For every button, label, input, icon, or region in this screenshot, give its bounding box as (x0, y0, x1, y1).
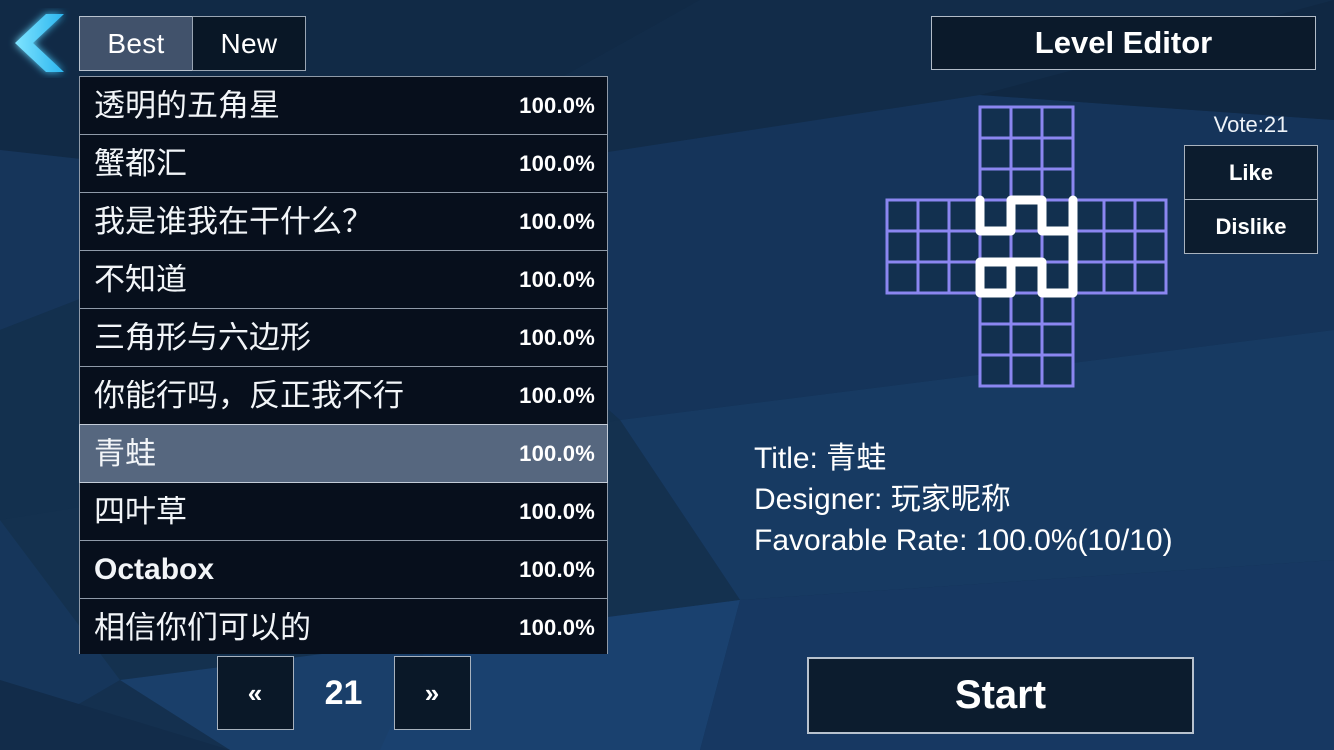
level-list-item[interactable]: 四叶草 100.0% (79, 482, 608, 541)
level-list-item[interactable]: 我是谁我在干什么？ 100.0% (79, 192, 608, 251)
level-name: 不知道 (94, 264, 187, 295)
back-button[interactable] (2, 8, 74, 78)
tab-best[interactable]: Best (79, 16, 193, 71)
level-editor-button[interactable]: Level Editor (931, 16, 1316, 70)
tab-new[interactable]: New (192, 16, 306, 71)
level-name: 三角形与六边形 (94, 322, 311, 353)
level-favorable-rate: 100.0% (519, 382, 595, 408)
grid-cells (885, 105, 1168, 388)
level-list-item[interactable]: 你能行吗，反正我不行 100.0% (79, 366, 608, 425)
level-favorable-rate: 100.0% (519, 208, 595, 234)
level-favorable-rate: 100.0% (519, 440, 595, 466)
level-list-item[interactable]: Octabox 100.0% (79, 540, 608, 599)
level-list-item[interactable]: 相信你们可以的 100.0% (79, 598, 608, 654)
level-name: 透明的五角星 (94, 90, 280, 121)
level-select-screen: Best New 透明的五角星 100.0% 蟹都汇 100.0% 我是谁我在干什么？ 1… (0, 0, 1334, 750)
detail-title: Title: 青蛙 (754, 442, 887, 475)
prev-page-button[interactable]: « (216, 656, 294, 730)
chevron-left-icon (15, 14, 64, 72)
vote-panel: Vote:21 Like Dislike (1184, 112, 1318, 254)
level-list-item[interactable]: 蟹都汇 100.0% (79, 134, 608, 193)
level-name: 四叶草 (94, 496, 187, 527)
detail-designer: Designer: 玩家昵称 (754, 483, 1011, 516)
level-name: Octabox (94, 554, 215, 585)
vote-count-label: Vote:21 (1213, 112, 1289, 137)
level-favorable-rate: 100.0% (519, 556, 595, 582)
level-list-item[interactable]: 透明的五角星 100.0% (79, 76, 608, 135)
next-page-button[interactable]: » (393, 656, 471, 730)
level-list-item[interactable]: 不知道 100.0% (79, 250, 608, 309)
level-name: 相信你们可以的 (94, 612, 311, 643)
puzzle-preview (885, 105, 1175, 390)
level-name: 你能行吗，反正我不行 (94, 380, 404, 411)
level-list[interactable]: 透明的五角星 100.0% 蟹都汇 100.0% 我是谁我在干什么？ 100.0% 不知道 1… (79, 76, 608, 654)
list-mode-tabs: Best New (79, 16, 306, 71)
puzzle-grid-graphic (885, 105, 1168, 388)
level-favorable-rate: 100.0% (519, 324, 595, 350)
start-button[interactable]: Start (807, 657, 1194, 734)
level-details: Title: 青蛙 Designer: 玩家昵称 Favorable Rate:… (754, 438, 1173, 561)
like-button[interactable]: Like (1184, 145, 1318, 200)
level-list-item[interactable]: 青蛙 100.0% (79, 424, 608, 483)
dislike-button[interactable]: Dislike (1184, 199, 1318, 254)
level-name: 我是谁我在干什么？ (94, 206, 373, 237)
level-list-item[interactable]: 三角形与六边形 100.0% (79, 308, 608, 367)
level-favorable-rate: 100.0% (519, 150, 595, 176)
pagination: « 21 » (79, 655, 608, 731)
detail-favorable-rate: Favorable Rate: 100.0%(10/10) (754, 524, 1173, 557)
level-name: 蟹都汇 (94, 148, 187, 179)
level-name: 青蛙 (94, 438, 156, 469)
level-favorable-rate: 100.0% (519, 92, 595, 118)
level-favorable-rate: 100.0% (519, 614, 595, 640)
level-favorable-rate: 100.0% (519, 498, 595, 524)
level-favorable-rate: 100.0% (519, 266, 595, 292)
current-page-number: 21 (324, 673, 363, 712)
